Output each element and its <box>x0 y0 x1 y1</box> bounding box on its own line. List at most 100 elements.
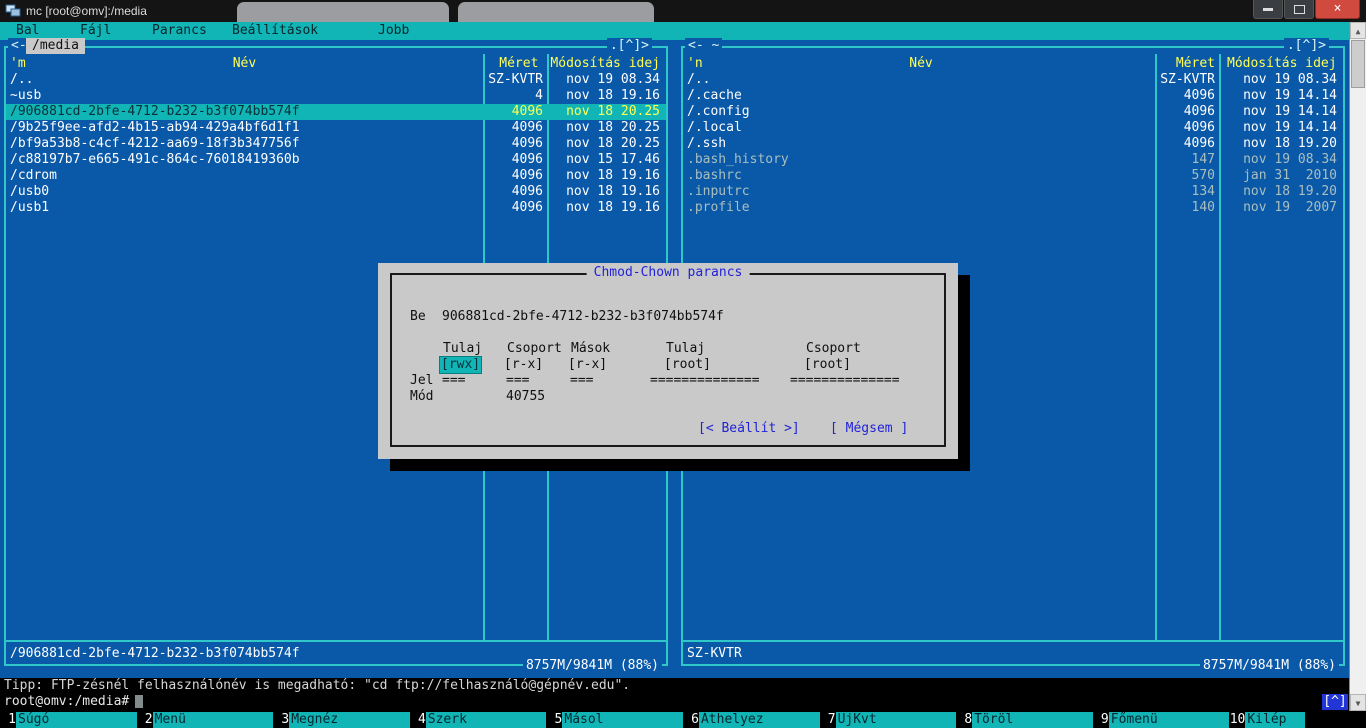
owner-perm-field[interactable]: [rwx] <box>438 356 483 374</box>
file-name: /bf9a53b8-c4cf-4212-aa69-18f3b347756f <box>10 136 300 151</box>
command-line[interactable]: root@omv:/media# <box>0 694 1349 712</box>
scrollbar-down-icon[interactable]: ▼ <box>1350 694 1366 711</box>
file-name: /906881cd-2bfe-4712-b232-b3f074bb574f <box>10 104 300 119</box>
panel-frame-marker[interactable]: <- ~ <box>685 38 723 54</box>
menu-item-jobb[interactable]: Jobb <box>378 23 409 39</box>
cancel-button[interactable]: [ Mégsem ] <box>830 421 908 437</box>
file-row-selected[interactable]: /906881cd-2bfe-4712-b232-b3f074bb574f 409… <box>6 104 666 120</box>
file-size: SZ-KVTR <box>488 72 543 87</box>
file-name: /.local <box>687 120 742 135</box>
file-row[interactable]: /bf9a53b8-c4cf-4212-aa69-18f3b347756f 409… <box>6 136 666 152</box>
file-size: 4096 <box>1183 136 1215 151</box>
fkey-9-pulldown[interactable]: 9 Főmenü <box>1093 712 1230 728</box>
file-row[interactable]: /.local 4096 nov 19 14.14 <box>683 120 1343 136</box>
fkey-6-move[interactable]: 6 Áthelyez <box>683 712 820 728</box>
group-field[interactable]: [root] <box>804 357 851 373</box>
owner-perm-header: Tulaj <box>443 341 483 356</box>
file-row[interactable]: /.. SZ-KVTR nov 19 08.34 <box>683 72 1343 88</box>
file-mtime: nov 18 19.20 <box>1243 184 1337 199</box>
file-row[interactable]: /.. SZ-KVTR nov 19 08.34 <box>6 72 666 88</box>
file-name: /.config <box>687 104 750 119</box>
close-button[interactable]: × <box>1315 0 1360 19</box>
set-button[interactable]: [< Beállít >] <box>698 421 800 437</box>
fkey-5-copy[interactable]: 5 Másol <box>546 712 683 728</box>
group-mark: ============== <box>790 373 900 388</box>
sort-indicator: 'm <box>10 56 26 71</box>
file-name: /cdrom <box>10 168 57 183</box>
disk-usage: 8757M/9841M (88%) <box>1199 658 1339 674</box>
menu-item-bal[interactable]: Bal <box>16 23 39 39</box>
fkey-2-menu[interactable]: 2 Menü <box>137 712 274 728</box>
file-row[interactable]: /.ssh 4096 nov 18 19.20 <box>683 136 1343 152</box>
shell-prompt: root@omv:/media# <box>4 694 130 709</box>
file-row[interactable]: /usb0 4096 nov 18 19.16 <box>6 184 666 200</box>
file-mtime: nov 18 20.25 <box>566 104 660 119</box>
file-size: 4096 <box>1183 120 1215 135</box>
file-size: 4096 <box>511 120 543 135</box>
file-row[interactable]: /.config 4096 nov 19 14.14 <box>683 104 1343 120</box>
fkey-3-view[interactable]: 3 Megnéz <box>273 712 410 728</box>
fkey-4-edit[interactable]: 4 Szerk <box>410 712 547 728</box>
fkey-7-mkdir[interactable]: 7 ÚjKvt <box>820 712 957 728</box>
file-list: /.. SZ-KVTR nov 19 08.34 ~usb 4 nov 18 19.16… <box>6 72 666 216</box>
menu-item-beallitasok[interactable]: Beállítások <box>232 23 318 39</box>
file-mtime: jan 31 2010 <box>1243 168 1337 183</box>
file-row[interactable]: /usb1 4096 nov 18 19.16 <box>6 200 666 216</box>
file-row[interactable]: /.cache 4096 nov 19 14.14 <box>683 88 1343 104</box>
file-mtime: nov 18 19.16 <box>566 200 660 215</box>
dialog-file-name: 906881cd-2bfe-4712-b232-b3f074bb574f <box>442 309 724 324</box>
command-history-button[interactable]: [^] <box>1322 694 1348 710</box>
file-row[interactable]: .bash_history 147 nov 19 08.34 <box>683 152 1343 168</box>
file-row[interactable]: .inputrc 134 nov 18 19.20 <box>683 184 1343 200</box>
file-mtime: nov 19 08.34 <box>1243 152 1337 167</box>
file-row[interactable]: .bashrc 570 jan 31 2010 <box>683 168 1343 184</box>
column-header-mtime: Módosítás idej <box>1227 56 1337 71</box>
file-row[interactable]: /9b25f9ee-afd2-4b15-ab94-429a4bf6d1f1 409… <box>6 120 666 136</box>
group-perm-field[interactable]: [r-x] <box>504 357 543 373</box>
panel-view-controls[interactable]: .[^]> <box>606 38 652 54</box>
fkey-8-delete[interactable]: 8 Töröl <box>956 712 1093 728</box>
file-mtime: nov 19 08.34 <box>1243 72 1337 87</box>
file-size: 140 <box>1191 200 1215 215</box>
menu-item-fajl[interactable]: Fájl <box>80 23 111 39</box>
menu-item-parancs[interactable]: Parancs <box>152 23 207 39</box>
fkey-10-quit[interactable]: 10 Kilép <box>1229 712 1366 728</box>
file-size: 4096 <box>511 200 543 215</box>
disk-usage: 8757M/9841M (88%) <box>522 658 662 674</box>
file-name: /usb1 <box>10 200 50 215</box>
minimize-button[interactable] <box>1253 0 1283 19</box>
window-titlebar: mc [root@omv]:/media × <box>0 0 1366 22</box>
maximize-button[interactable] <box>1284 0 1314 19</box>
file-list: /.. SZ-KVTR nov 19 08.34 /.cache 4096 nov 19… <box>683 72 1343 216</box>
putty-icon <box>5 4 21 18</box>
background-window-tab <box>237 2 449 22</box>
left-panel-path[interactable]: /media <box>26 38 85 54</box>
file-name: /.ssh <box>687 136 727 151</box>
file-name: /c88197b7-e665-491c-864c-76018419360b <box>10 152 300 167</box>
terminal-window: mc [root@omv]:/media × Bal Fájl Parancs … <box>0 0 1366 728</box>
owner-perm-mark: === <box>442 373 466 388</box>
file-mtime: nov 19 14.14 <box>1243 120 1337 135</box>
file-row[interactable]: /c88197b7-e665-491c-864c-76018419360b 409… <box>6 152 666 168</box>
window-title: mc [root@omv]:/media <box>26 4 147 18</box>
file-row[interactable]: ~usb 4 nov 18 19.16 <box>6 88 666 104</box>
file-size: SZ-KVTR <box>1160 72 1215 87</box>
marks-label: Jel <box>410 373 434 388</box>
scrollbar-up-icon[interactable]: ▲ <box>1350 22 1366 39</box>
file-name: /9b25f9ee-afd2-4b15-ab94-429a4bf6d1f1 <box>10 120 300 135</box>
file-size: 4096 <box>1183 88 1215 103</box>
file-mtime: nov 18 19.16 <box>566 184 660 199</box>
file-mtime: nov 19 2007 <box>1243 200 1337 215</box>
file-row[interactable]: .profile 140 nov 19 2007 <box>683 200 1343 216</box>
scrollbar[interactable]: ▲ ▼ <box>1349 22 1366 711</box>
file-row[interactable]: /cdrom 4096 nov 18 19.16 <box>6 168 666 184</box>
background-window-tab <box>458 2 654 22</box>
file-mtime: nov 18 20.25 <box>566 120 660 135</box>
fkey-1-help[interactable]: 1 Súgó <box>0 712 137 728</box>
group-perm-header: Csoport <box>507 341 562 356</box>
panel-view-controls[interactable]: .[^]> <box>1283 38 1329 54</box>
owner-field[interactable]: [root] <box>664 357 711 373</box>
mini-status-separator <box>683 640 1343 642</box>
scrollbar-thumb[interactable] <box>1351 40 1365 88</box>
other-perm-field[interactable]: [r-x] <box>568 357 607 373</box>
